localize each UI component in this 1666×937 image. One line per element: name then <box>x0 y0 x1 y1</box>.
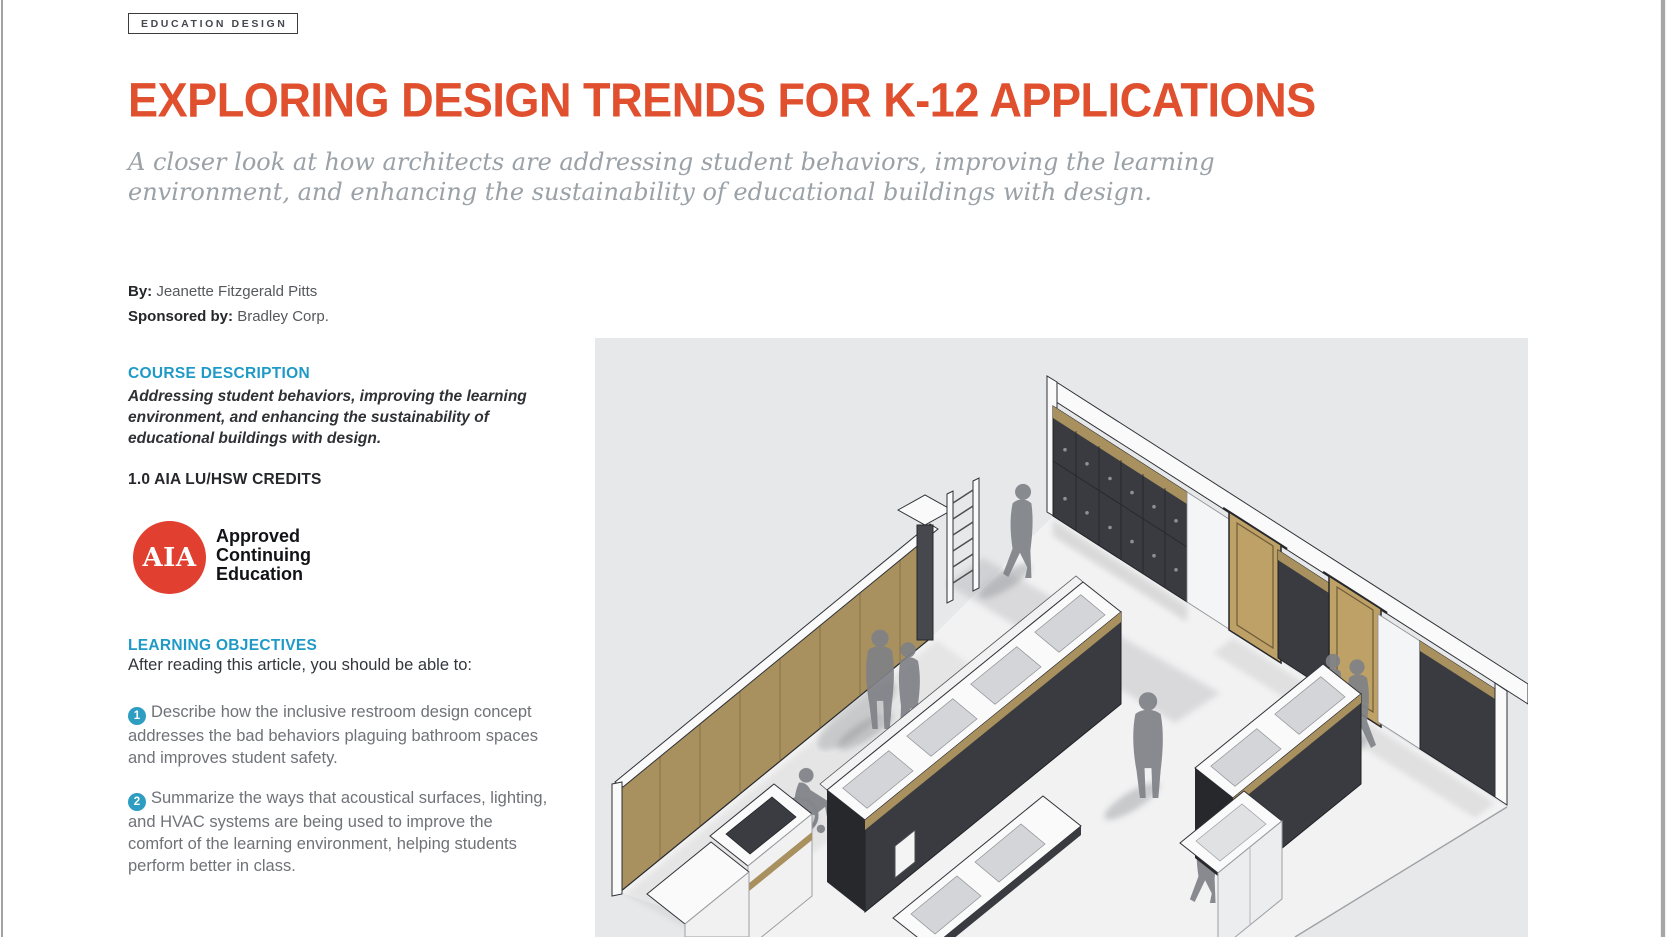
sponsor-value: Bradley Corp. <box>237 308 329 325</box>
restroom-rendering-illustration <box>595 338 1528 937</box>
objective-text: Summarize the ways that acoustical surfa… <box>128 789 547 875</box>
article-page: EDUCATION DESIGN EXPLORING DESIGN TRENDS… <box>0 0 1666 937</box>
article-meta: By: Jeanette Fitzgerald Pitts Sponsored … <box>128 279 329 329</box>
aia-label-line: Continuing <box>216 546 311 565</box>
objective-text: Describe how the inclusive restroom desi… <box>128 703 538 767</box>
byline: By: Jeanette Fitzgerald Pitts <box>128 279 329 304</box>
aia-logo-circle-icon: AIA <box>133 521 206 594</box>
aia-label-line: Education <box>216 565 311 584</box>
sponsor-line: Sponsored by: Bradley Corp. <box>128 304 329 329</box>
objective-item: 1Describe how the inclusive restroom des… <box>128 701 548 769</box>
sponsor-label: Sponsored by: <box>128 308 233 325</box>
window-left-border <box>1 0 3 937</box>
objective-item: 2Summarize the ways that acoustical surf… <box>128 787 548 877</box>
aia-label-line: Approved <box>216 527 311 546</box>
byline-label: By: <box>128 283 152 300</box>
learning-objectives-intro: After reading this article, you should b… <box>128 656 598 675</box>
byline-value: Jeanette Fitzgerald Pitts <box>156 283 317 300</box>
scrollbar-thumb[interactable] <box>1661 0 1665 937</box>
learning-objectives-heading: LEARNING OBJECTIVES <box>128 637 317 655</box>
course-description-body: Addressing student behaviors, improving … <box>128 386 530 449</box>
page-title: EXPLORING DESIGN TRENDS FOR K-12 APPLICA… <box>128 72 1316 128</box>
aia-approved-label: Approved Continuing Education <box>216 527 311 584</box>
page-subtitle: A closer look at how architects are addr… <box>128 147 1278 207</box>
credits-line: 1.0 AIA LU/HSW CREDITS <box>128 471 322 489</box>
aia-approved-education-logo: AIA Approved Continuing Education <box>133 521 433 595</box>
scrollbar[interactable] <box>1660 0 1666 937</box>
category-tag: EDUCATION DESIGN <box>128 13 298 34</box>
objective-number-badge: 1 <box>128 707 146 725</box>
course-description-heading: COURSE DESCRIPTION <box>128 365 310 383</box>
objective-number-badge: 2 <box>128 793 146 811</box>
